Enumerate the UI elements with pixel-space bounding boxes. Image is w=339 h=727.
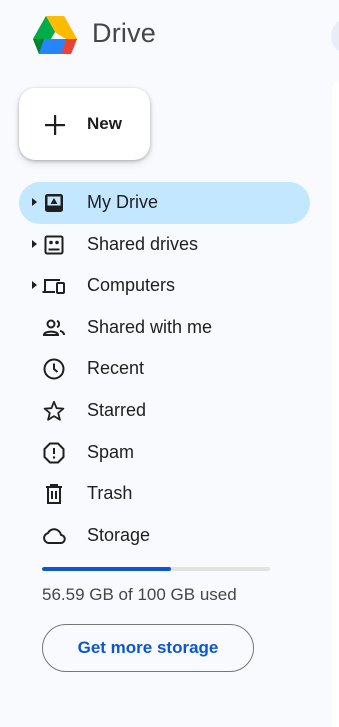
main-content-panel (332, 82, 339, 727)
sidebar-item-label: Recent (87, 358, 145, 379)
sidebar-item-spam[interactable]: Spam (19, 432, 310, 474)
sidebar-item-storage[interactable]: Storage (19, 515, 310, 557)
google-drive-logo-icon[interactable] (31, 14, 79, 58)
sidebar-item-starred[interactable]: Starred (19, 390, 310, 432)
sidebar: Drive New My Drive Shared drives Compute… (0, 0, 332, 727)
sidebar-item-trash[interactable]: Trash (19, 473, 310, 515)
spam-icon (42, 441, 66, 465)
sidebar-item-my-drive[interactable]: My Drive (19, 182, 310, 224)
shared-with-me-icon (42, 316, 66, 340)
sidebar-item-label: Storage (87, 524, 151, 545)
sidebar-item-computers[interactable]: Computers (19, 265, 310, 307)
my-drive-icon (42, 191, 66, 215)
storage-usage-fill (42, 567, 172, 571)
storage-usage-text: 56.59 GB of 100 GB used (42, 585, 237, 604)
shared-drives-icon (42, 233, 66, 257)
sidebar-item-label: Shared drives (87, 233, 199, 254)
sidebar-item-label: Shared with me (87, 316, 213, 337)
storage-usage-bar (42, 567, 270, 571)
expand-caret-icon[interactable] (32, 198, 37, 206)
clock-icon (42, 357, 66, 381)
star-icon (42, 399, 66, 423)
sidebar-item-shared-drives[interactable]: Shared drives (19, 224, 310, 266)
sidebar-item-shared-with-me[interactable]: Shared with me (19, 307, 310, 349)
expand-caret-icon[interactable] (32, 281, 37, 290)
sidebar-item-label: Spam (87, 441, 135, 462)
sidebar-nav: My Drive Shared drives Computers Shared … (19, 182, 310, 556)
sidebar-item-label: Starred (87, 399, 147, 420)
cloud-icon (42, 524, 66, 548)
search-bar-edge[interactable] (331, 18, 339, 54)
app-title[interactable]: Drive (92, 18, 156, 49)
sidebar-item-label: Computers (87, 275, 176, 296)
new-button-label: New (87, 114, 122, 133)
expand-caret-icon[interactable] (32, 239, 37, 248)
plus-icon (44, 114, 66, 136)
computers-icon (42, 274, 66, 298)
trash-icon (42, 482, 66, 506)
get-more-storage-label: Get more storage (77, 638, 219, 657)
sidebar-item-label: My Drive (87, 192, 158, 212)
sidebar-item-recent[interactable]: Recent (19, 348, 310, 390)
sidebar-item-label: Trash (87, 483, 133, 504)
new-button[interactable]: New (19, 88, 150, 160)
get-more-storage-button[interactable]: Get more storage (42, 624, 254, 672)
